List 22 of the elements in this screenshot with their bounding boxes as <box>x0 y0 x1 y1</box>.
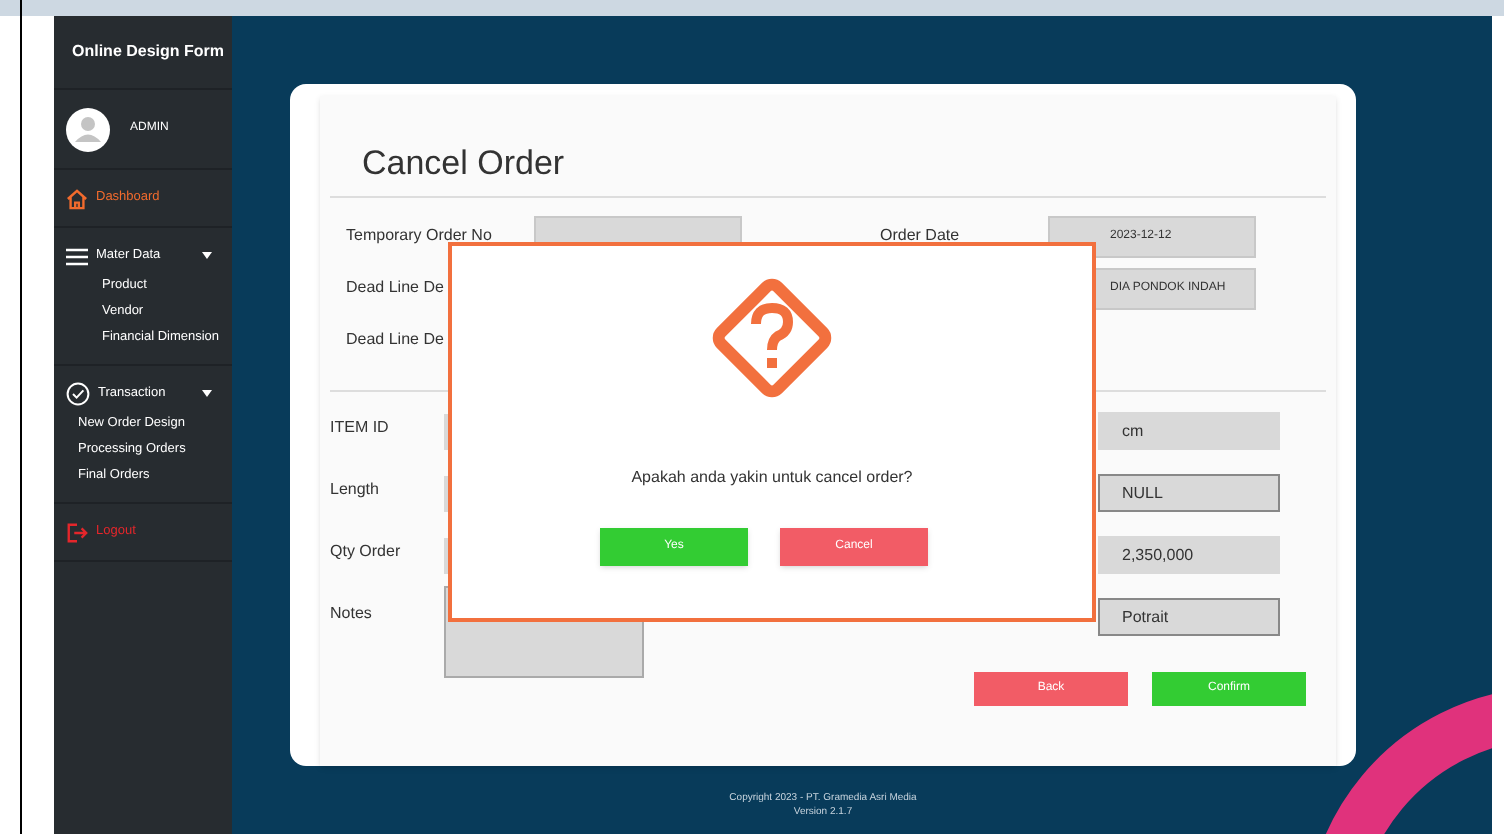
menu-icon <box>66 247 88 265</box>
logout-icon <box>66 521 88 543</box>
field-label: Order Date <box>880 224 962 248</box>
field-label: Dead Line De <box>346 276 446 300</box>
text-field[interactable]: Potrait <box>1098 598 1280 636</box>
field-label: Dead Line De <box>346 328 446 352</box>
field-label: Temporary Order No <box>346 224 494 248</box>
field-label: Length <box>330 478 381 502</box>
field-label: ITEM ID <box>330 416 391 440</box>
text-field[interactable]: 2,350,000 <box>1098 536 1280 574</box>
text-field[interactable]: NULL <box>1098 474 1280 512</box>
caret-icon <box>202 390 212 398</box>
avatar-icon <box>66 107 110 151</box>
field-label: Notes <box>330 602 374 626</box>
app-title: Online Design Form <box>72 40 225 64</box>
caret-icon <box>202 252 212 260</box>
dialog-message: Apakah anda yakin untuk cancel order? <box>631 466 913 490</box>
form-title: Cancel Order <box>362 146 565 180</box>
home-icon <box>66 187 88 209</box>
check-circle-icon <box>66 382 90 406</box>
field-label: Qty Order <box>330 540 403 564</box>
text-field[interactable]: cm <box>1098 412 1280 450</box>
